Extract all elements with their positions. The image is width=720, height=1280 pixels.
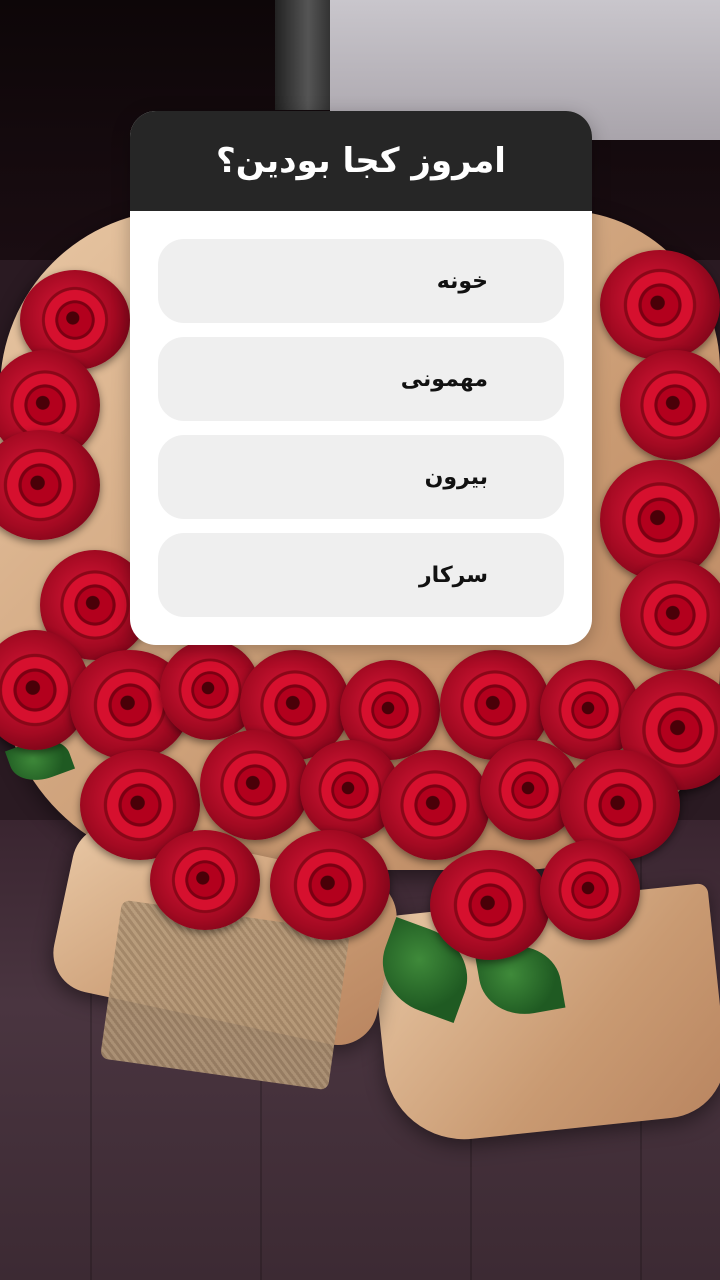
poll-option-label: سرکار xyxy=(418,562,488,588)
poll-question: امروز کجا بودین؟ xyxy=(216,141,506,181)
rose xyxy=(540,840,640,940)
rose xyxy=(270,830,390,940)
poll-header: امروز کجا بودین؟ xyxy=(130,111,592,211)
rose xyxy=(200,730,310,840)
rose xyxy=(600,250,720,360)
background-stripe xyxy=(275,0,330,110)
rose xyxy=(0,430,100,540)
poll-option-4[interactable]: سرکار xyxy=(158,533,564,617)
poll-option-label: مهمونی xyxy=(400,366,488,392)
rose xyxy=(620,350,720,460)
rose xyxy=(430,850,550,960)
rose xyxy=(380,750,490,860)
poll-option-label: خونه xyxy=(436,268,488,294)
poll-option-1[interactable]: خونه xyxy=(158,239,564,323)
poll-sticker: امروز کجا بودین؟ خونه مهمونی بیرون سرکار xyxy=(130,111,592,645)
poll-options: خونه مهمونی بیرون سرکار xyxy=(130,211,592,617)
poll-option-label: بیرون xyxy=(424,464,488,490)
rose xyxy=(150,830,260,930)
poll-option-3[interactable]: بیرون xyxy=(158,435,564,519)
rose xyxy=(620,560,720,670)
poll-option-2[interactable]: مهمونی xyxy=(158,337,564,421)
